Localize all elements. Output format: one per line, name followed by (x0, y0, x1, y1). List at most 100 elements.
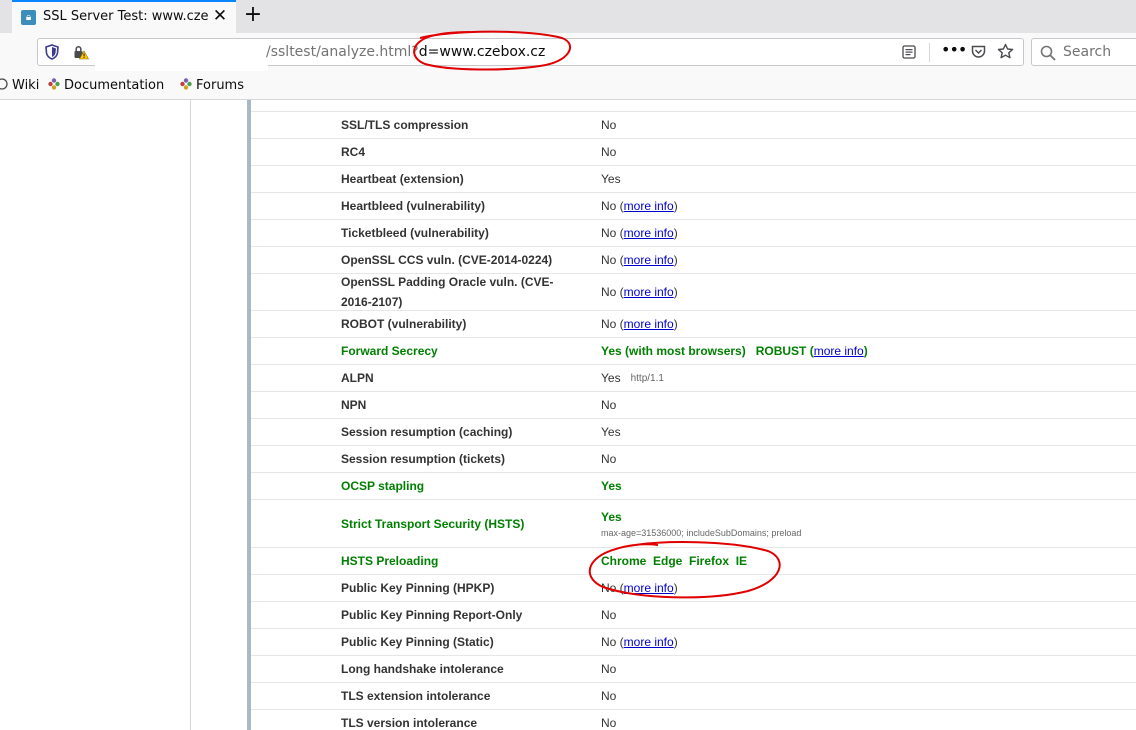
row-label: NPN (341, 398, 367, 412)
row-label: SSL/TLS compression (341, 118, 469, 132)
more-info-link[interactable]: more info (624, 199, 674, 213)
bookmark-forums[interactable]: Forums (180, 78, 244, 93)
row-value: Yes (601, 425, 621, 439)
table-row: Heartbeat (extension) Yes (251, 166, 1136, 193)
row-label: Session resumption (caching) (341, 425, 513, 439)
row-value: No (more info) (601, 629, 1121, 655)
value-text: No ( (601, 226, 624, 240)
url-bar[interactable]: /ssltest/analyze.html?d=www.czebox.cz ••… (37, 38, 1024, 78)
row-label: Strict Transport Security (HSTS) (341, 516, 525, 531)
tab-ssl-server-test[interactable]: 🔒︎ SSL Server Test: www.cze ✕ (12, 0, 236, 33)
bookmark-star-icon[interactable] (997, 43, 1014, 60)
row-value: Yes http/1.1 (601, 365, 1121, 391)
value-tail: ) (673, 199, 678, 213)
pocket-icon[interactable] (971, 45, 986, 59)
left-margin (0, 100, 190, 730)
navigation-toolbar: /ssltest/analyze.html?d=www.czebox.cz ••… (0, 33, 1136, 78)
value-tail: ) (673, 635, 678, 649)
more-info-link[interactable]: more info (624, 253, 674, 267)
value-tail: ) (673, 226, 678, 240)
table-row: SSL/TLS compression No (251, 112, 1136, 139)
bookmark-label: Wiki (12, 78, 40, 93)
row-label: Public Key Pinning (HPKP) (341, 581, 495, 595)
row-value: Yes (with most browsers) ROBUST (more in… (601, 338, 1121, 364)
table-row: Ticketbleed (vulnerability) No (more inf… (251, 220, 1136, 247)
gentoo-flower-icon (180, 78, 192, 90)
bookmark-wiki[interactable]: Wiki (0, 78, 39, 93)
table-row: Session resumption (tickets) No (251, 446, 1136, 473)
bookmarks-toolbar: Wiki Documentation Forums (0, 71, 1136, 100)
tracking-protection-shield-icon[interactable] (45, 44, 59, 60)
table-row: ALPN Yes http/1.1 (251, 365, 1136, 392)
page-actions-more-icon[interactable]: ••• (941, 40, 967, 59)
table-row: RC4 No (251, 139, 1136, 166)
bookmark-documentation[interactable]: Documentation (48, 78, 164, 93)
table-row: TLS extension intolerance No (251, 683, 1136, 710)
row-value: Chrome Edge Firefox IE (601, 554, 748, 568)
value-text: No ( (601, 635, 624, 649)
value-text: No ( (601, 253, 624, 267)
row-value: No (more info) (601, 274, 1121, 310)
table-row: Public Key Pinning Report-Only No (251, 602, 1136, 629)
more-info-link[interactable]: more info (814, 344, 864, 358)
reader-view-icon[interactable] (902, 45, 916, 59)
insecure-lock-warning-icon[interactable] (73, 44, 89, 60)
more-info-link[interactable]: more info (624, 581, 674, 595)
close-tab-icon[interactable]: ✕ (212, 7, 228, 25)
row-value: No (601, 452, 617, 466)
more-info-link[interactable]: more info (624, 317, 674, 331)
protocol-details-table: SSL/TLS compression No RC4 No Heartbeat … (251, 100, 1136, 730)
url-text[interactable]: /ssltest/analyze.html?d=www.czebox.cz (266, 44, 545, 60)
row-label: OpenSSL CCS vuln. (CVE-2014-0224) (341, 253, 553, 267)
more-info-link[interactable]: more info (624, 226, 674, 240)
row-value: Yes max-age=31536000; includeSubDomains; … (601, 500, 1121, 547)
globe-icon (0, 78, 8, 90)
search-bar[interactable]: Search (1031, 38, 1136, 66)
row-label: ALPN (341, 371, 374, 385)
row-value: No (more info) (601, 220, 1121, 246)
url-query: d=www.czebox.cz (418, 44, 546, 60)
row-value: No (more info) (601, 575, 1121, 601)
row-value: No (601, 608, 617, 622)
page-content: SSL/TLS compression No RC4 No Heartbeat … (0, 100, 1136, 730)
alpn-protocol: http/1.1 (630, 372, 664, 384)
value-text: No ( (601, 581, 624, 595)
row-value: No (601, 118, 617, 132)
search-placeholder: Search (1063, 44, 1112, 60)
row-label: Session resumption (tickets) (341, 452, 506, 466)
row-value: No (601, 716, 617, 730)
row-label: Public Key Pinning Report-Only (341, 608, 523, 622)
value-tail: ) (673, 285, 678, 299)
table-row: HSTS Preloading Chrome Edge Firefox IE (251, 548, 1136, 575)
bookmark-label: Documentation (64, 78, 165, 93)
row-value: No (more info) (601, 311, 1121, 337)
table-row: Forward Secrecy Yes (with most browsers)… (251, 338, 1136, 365)
bookmark-label: Forums (196, 78, 244, 93)
table-row (251, 100, 1136, 112)
new-tab-button[interactable]: + (243, 3, 263, 27)
value-text: No ( (601, 317, 624, 331)
row-value: No (more info) (601, 193, 1121, 219)
row-label: RC4 (341, 145, 366, 159)
row-value: No (601, 662, 617, 676)
table-row: Session resumption (caching) Yes (251, 419, 1136, 446)
urlbar-separator (929, 43, 930, 62)
table-row: Heartbleed (vulnerability) No (more info… (251, 193, 1136, 220)
table-row: TLS version intolerance No (251, 710, 1136, 730)
tab-title: SSL Server Test: www.cze (43, 9, 209, 24)
row-value (601, 100, 1121, 111)
row-label: Ticketbleed (vulnerability) (341, 226, 489, 240)
value-text: Yes (with most browsers) ROBUST ( (601, 344, 814, 358)
row-value: No (601, 689, 617, 703)
row-label: ROBOT (vulnerability) (341, 317, 467, 331)
row-label: Public Key Pinning (Static) (341, 635, 494, 649)
search-icon (1040, 45, 1056, 61)
more-info-link[interactable]: more info (624, 635, 674, 649)
hsts-header-detail: max-age=31536000; includeSubDomains; pre… (601, 527, 802, 538)
row-value: No (601, 145, 617, 159)
table-row: OpenSSL Padding Oracle vuln. (CVE-2016-2… (251, 274, 1136, 311)
table-row: Public Key Pinning (HPKP) No (more info) (251, 575, 1136, 602)
content-border (190, 100, 191, 730)
row-label: Long handshake intolerance (341, 662, 504, 676)
more-info-link[interactable]: more info (624, 285, 674, 299)
